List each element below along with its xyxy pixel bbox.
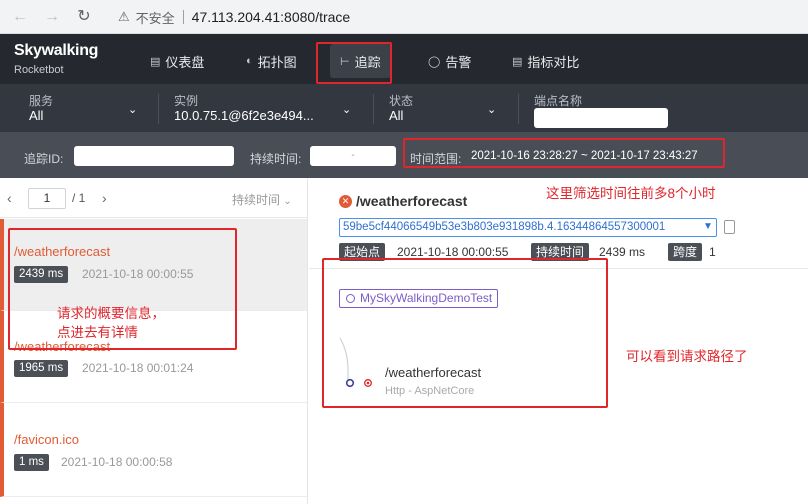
- sort-select[interactable]: 持续时间 ⌄: [232, 191, 292, 208]
- sort-label: 持续时间: [232, 193, 281, 207]
- page-total: / 1: [72, 191, 86, 205]
- browser-toolbar: ← → ↻ ⚠ 不安全 47.113.204.41:8080/trace: [0, 0, 808, 34]
- warning-icon: ⚠: [118, 9, 130, 24]
- tab-label: 指标对比: [527, 54, 580, 70]
- tab-alarm[interactable]: ◯ 告警: [428, 44, 471, 78]
- tab-label: 拓扑图: [257, 54, 297, 70]
- annotation-time-note: 这里筛选时间往前多8个小时: [546, 186, 716, 201]
- chevron-down-icon[interactable]: ⌄: [342, 103, 351, 116]
- divider: [158, 94, 159, 124]
- annotation-summary-note-1: 请求的概要信息，: [57, 306, 165, 321]
- error-icon: ✕: [339, 195, 352, 208]
- tab-label: 告警: [445, 54, 472, 70]
- trace-time: 2021-10-18 00:01:24: [82, 361, 194, 375]
- trace-id-input[interactable]: [74, 146, 234, 166]
- instance-select[interactable]: 10.0.75.1@6f2e3e494...: [174, 108, 314, 123]
- trace-detail-title: /weatherforecast: [356, 193, 468, 209]
- annotation-path-note: 可以看到请求路径了: [626, 349, 748, 364]
- trace-id-select[interactable]: 59be5cf44066549b53e3b803e931898b.4.16344…: [339, 218, 717, 237]
- app-header: [0, 34, 808, 84]
- status-select[interactable]: All: [389, 108, 403, 123]
- alarm-icon: ◯: [428, 55, 441, 68]
- page-input[interactable]: 1: [28, 188, 66, 209]
- status-label: 状态: [389, 94, 414, 108]
- service-select[interactable]: All: [29, 108, 43, 123]
- annotation-summary-note-2: 点进去有详情: [57, 325, 138, 340]
- endpoint-input[interactable]: [534, 108, 668, 128]
- logo: Skywalking: [14, 42, 99, 59]
- url-text: 47.113.204.41:8080/trace: [191, 9, 351, 25]
- trace-id-label: 追踪ID:: [24, 152, 64, 166]
- address-bar[interactable]: ⚠ 不安全 47.113.204.41:8080/trace: [108, 4, 798, 30]
- service-label: 服务: [29, 94, 54, 108]
- reload-icon[interactable]: ↻: [74, 7, 94, 27]
- duration-badge: 1 ms: [14, 454, 49, 471]
- duration-label: 持续时间:: [250, 152, 302, 166]
- duration-input[interactable]: -: [310, 146, 396, 166]
- chevron-down-icon: ⌄: [283, 196, 292, 207]
- back-icon[interactable]: ←: [10, 7, 30, 27]
- forward-icon[interactable]: →: [42, 7, 62, 27]
- endpoint-label: 端点名称: [534, 94, 583, 108]
- insecure-label: 不安全: [135, 10, 175, 26]
- chevron-down-icon[interactable]: ▼: [703, 221, 713, 232]
- instance-label: 实例: [174, 94, 199, 108]
- tab-dashboard[interactable]: ▤ 仪表盘: [150, 44, 204, 78]
- trace-time: 2021-10-18 00:00:58: [61, 455, 173, 469]
- metrics-compare-icon: ▤: [512, 55, 523, 68]
- divider: [373, 94, 374, 124]
- url-divider: [182, 10, 184, 24]
- annotation-box-trace-tab: [316, 42, 392, 84]
- chevron-down-icon[interactable]: ⌄: [128, 103, 137, 116]
- copy-icon[interactable]: [724, 220, 735, 234]
- annotation-box-path: [322, 258, 608, 408]
- tab-topology[interactable]: ◐ 拓扑图: [246, 44, 297, 78]
- divider: [518, 94, 519, 124]
- chevron-down-icon[interactable]: ⌄: [487, 103, 496, 116]
- span-value: 1: [709, 245, 716, 259]
- tab-label: 仪表盘: [165, 54, 205, 70]
- duration-value: 2439 ms: [599, 245, 646, 259]
- annotation-box-time-range: [403, 138, 725, 168]
- trace-list-item[interactable]: /favicon.ico 1 ms 2021-10-18 00:00:58: [0, 403, 307, 497]
- topology-icon: ◐: [246, 55, 253, 67]
- prev-page-icon[interactable]: ‹: [7, 190, 12, 206]
- next-page-icon[interactable]: ›: [102, 190, 107, 206]
- trace-endpoint: /favicon.ico: [14, 432, 80, 447]
- duration-badge: 1965 ms: [14, 360, 69, 377]
- dashboard-icon: ▤: [150, 55, 161, 68]
- span-badge: 跨度: [668, 243, 703, 261]
- start-value: 2021-10-18 00:00:55: [397, 245, 509, 259]
- tab-metrics-compare[interactable]: ▤ 指标对比: [512, 44, 579, 78]
- logo-subtitle: Rocketbot: [14, 64, 64, 76]
